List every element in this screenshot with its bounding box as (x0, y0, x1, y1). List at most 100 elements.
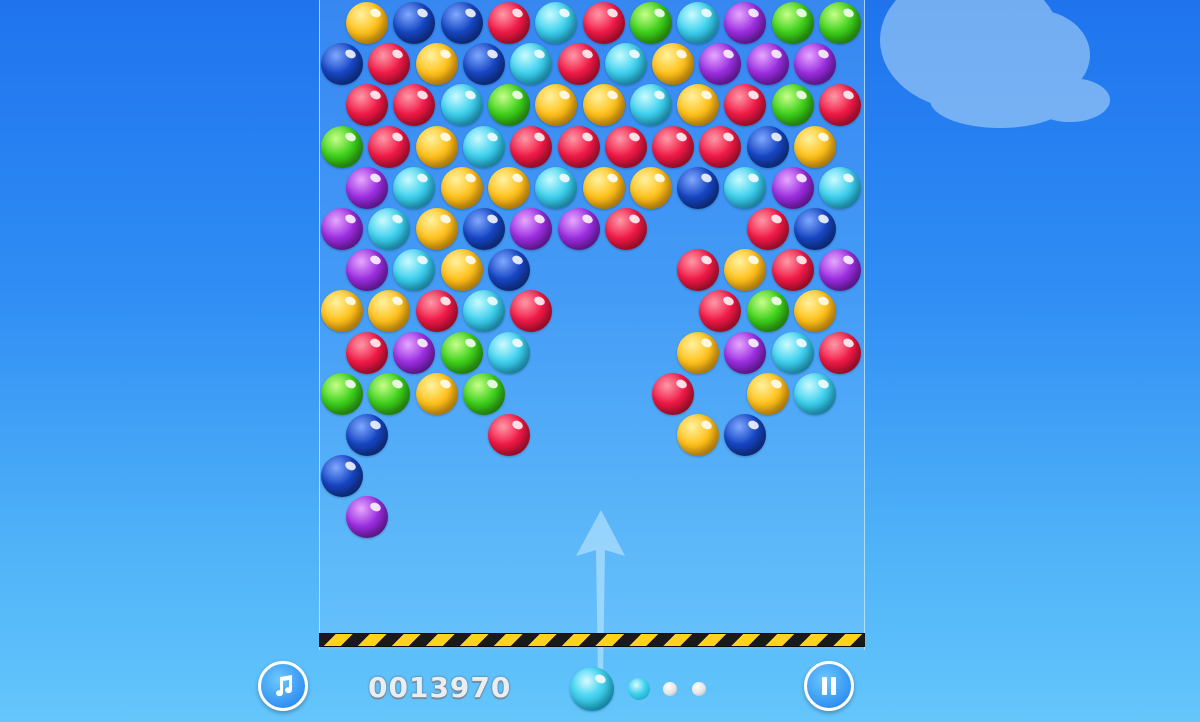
bubble-navy (321, 43, 363, 86)
bubble-purple (346, 496, 388, 539)
bubble-red (346, 331, 388, 374)
bubble-navy (440, 2, 483, 44)
bubble-cyan (819, 166, 861, 209)
bubble-yellow (415, 43, 458, 86)
bubble-cyan (535, 166, 578, 209)
bubble-yellow (487, 166, 530, 209)
bubble-red (771, 249, 814, 292)
bubble-red (699, 125, 742, 168)
bubble-navy (346, 414, 388, 456)
music-note-icon (276, 675, 293, 697)
bubble-navy (794, 208, 836, 250)
bubble-navy (487, 249, 530, 292)
aim-arrow (576, 510, 625, 678)
bubble-purple (771, 166, 814, 209)
bubble-green (462, 372, 505, 415)
bubble-navy (462, 43, 505, 86)
bubble-cyan (393, 249, 436, 292)
next-bubble-3 (692, 682, 706, 696)
next-bubble-1 (628, 678, 650, 700)
bubble-purple (510, 208, 553, 250)
danger-line (319, 633, 865, 647)
bubble-green (771, 2, 814, 44)
bubble-red (604, 125, 647, 168)
bubble-yellow (415, 208, 458, 250)
bubble-purple (346, 166, 388, 209)
bubble-cyan (677, 2, 720, 44)
bubble-purple (557, 208, 600, 250)
bubble-red (510, 290, 553, 333)
bubble-yellow (652, 43, 695, 86)
bubble-red (652, 372, 695, 415)
bubble-red (346, 84, 388, 127)
bubble-green (321, 372, 363, 415)
bubble-red (415, 290, 458, 333)
bubble-navy (321, 455, 363, 498)
bubble-yellow (582, 166, 625, 209)
pause-icon (822, 677, 836, 695)
bubble-red (699, 290, 742, 333)
bubble-cyan (724, 166, 767, 209)
bubble-red (604, 208, 647, 250)
bubble-purple (819, 249, 861, 292)
bubble-yellow (368, 290, 411, 333)
bubble-red (819, 331, 861, 374)
bubble-red (582, 2, 625, 44)
bubble-red (819, 84, 861, 127)
bubble-yellow (629, 166, 672, 209)
bubble-cyan (368, 208, 411, 250)
score-counter: 0013970 (368, 671, 512, 704)
bubble-red (368, 43, 411, 86)
bubble-red (677, 249, 720, 292)
bubble-cyan (462, 125, 505, 168)
bubble-red (487, 2, 530, 44)
bubble-yellow (794, 125, 836, 168)
next-bubble-2 (663, 682, 677, 696)
bubble-navy (393, 2, 436, 44)
bubble-green (321, 125, 363, 168)
bubble-cyan (629, 84, 672, 127)
pause-button[interactable] (804, 661, 854, 711)
bubble-yellow (724, 249, 767, 292)
bubble-cyan (794, 372, 836, 415)
bubble-navy (746, 125, 789, 168)
bubble-yellow (321, 290, 363, 333)
bubble-yellow (415, 372, 458, 415)
bubble-cyan (462, 290, 505, 333)
bubble-purple (699, 43, 742, 86)
bubble-red (557, 43, 600, 86)
bubble-cyan (393, 166, 436, 209)
bubble-red (510, 125, 553, 168)
bubble-green (819, 2, 861, 44)
bubble-red (393, 84, 436, 127)
bubble-red (724, 84, 767, 127)
bubble-green (440, 331, 483, 374)
bubble-cyan (440, 84, 483, 127)
bubble-yellow (677, 84, 720, 127)
bubble-yellow (415, 125, 458, 168)
current-bubble[interactable] (570, 667, 614, 711)
bubble-purple (321, 208, 363, 250)
bubble-yellow (677, 414, 720, 456)
bubble-yellow (440, 249, 483, 292)
music-toggle-button[interactable] (258, 661, 308, 711)
bubble-red (368, 125, 411, 168)
bubble-yellow (746, 372, 789, 415)
bubble-navy (462, 208, 505, 250)
bubble-red (487, 414, 530, 456)
bubble-green (771, 84, 814, 127)
bubble-green (629, 2, 672, 44)
bubble-purple (724, 2, 767, 44)
bubble-cyan (535, 2, 578, 44)
bubble-yellow (582, 84, 625, 127)
bubble-cyan (487, 331, 530, 374)
bubble-cyan (771, 331, 814, 374)
bubble-yellow (535, 84, 578, 127)
bubble-cyan (510, 43, 553, 86)
bubble-red (652, 125, 695, 168)
bubble-yellow (794, 290, 836, 333)
bubble-yellow (346, 2, 388, 44)
bubble-green (746, 290, 789, 333)
bubble-purple (746, 43, 789, 86)
bubble-purple (346, 249, 388, 292)
